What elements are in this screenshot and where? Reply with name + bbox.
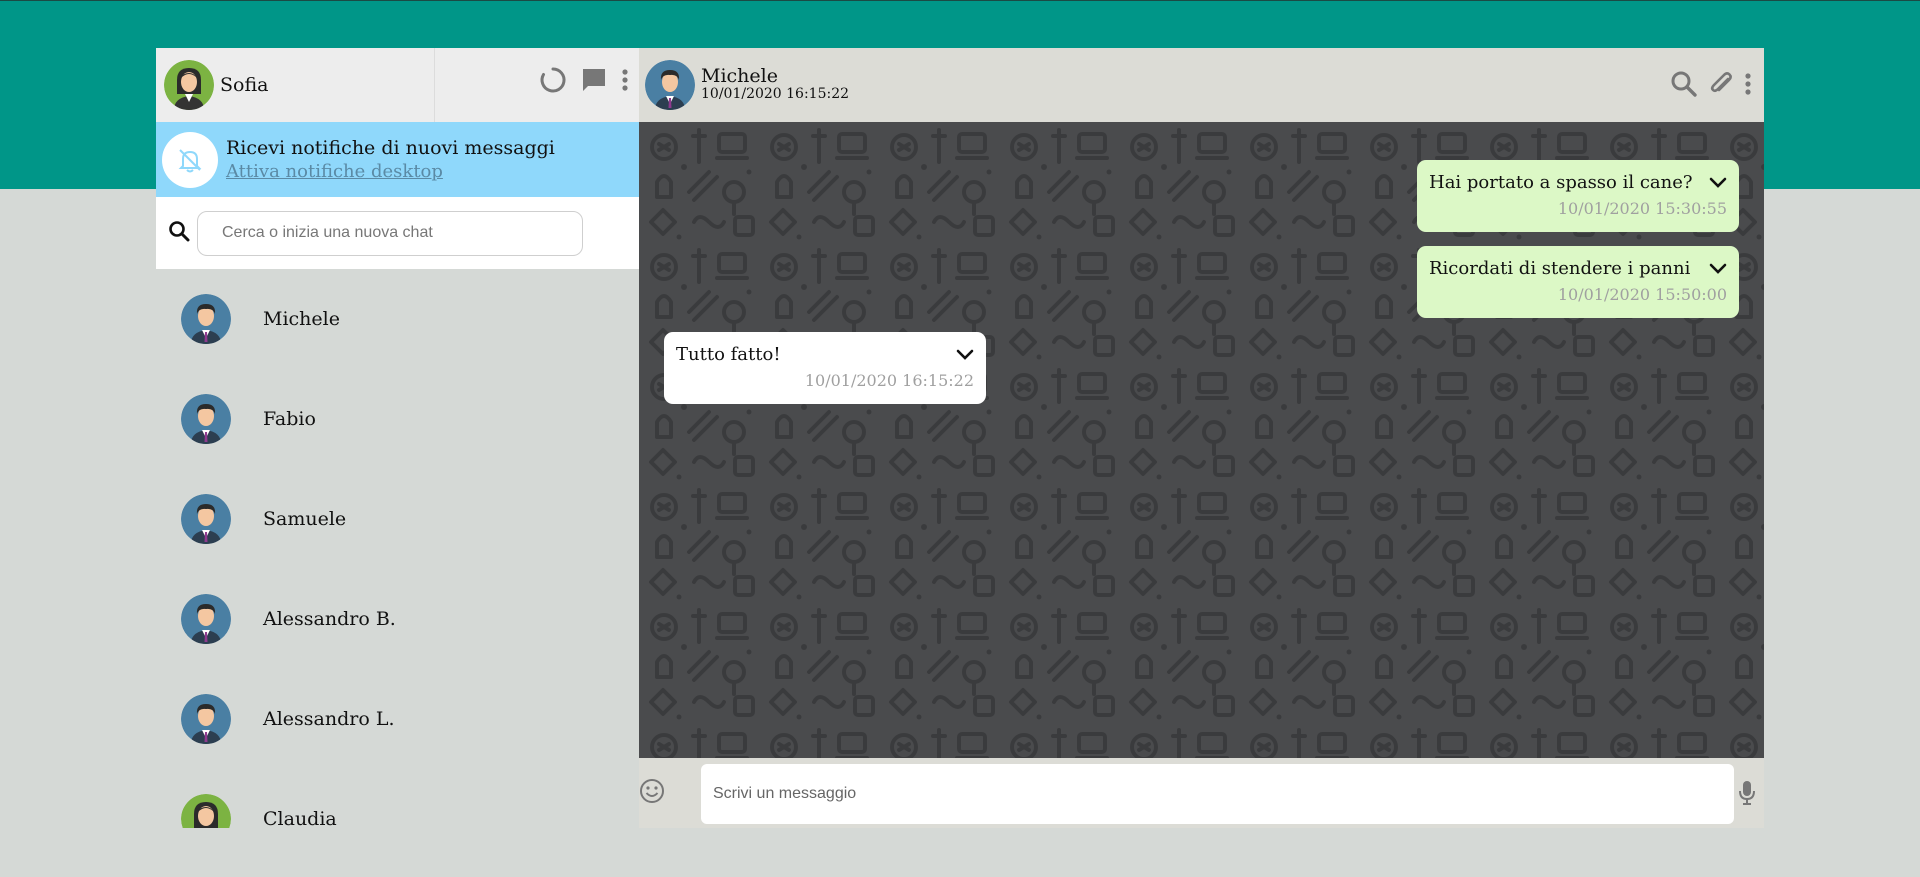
chevron-down-icon[interactable] [1709,260,1727,279]
chevron-down-icon[interactable] [1709,174,1727,193]
message-input[interactable] [701,764,1734,824]
chat-actions [1670,70,1752,98]
enable-notifications-link[interactable]: Attiva notifiche desktop [226,160,555,183]
chat-header: Michele 10/01/2020 16:15:22 [639,48,1764,122]
message-received[interactable]: Tutto fatto! 10/01/2020 16:15:22 [664,332,986,404]
menu-icon[interactable] [621,68,629,92]
new-chat-icon[interactable] [581,67,607,93]
contact-item[interactable]: Michele [156,269,639,369]
contact-avatar [181,494,231,544]
notification-text: Ricevi notifiche di nuovi messaggi Attiv… [226,137,555,183]
search-icon[interactable] [168,220,190,246]
contact-avatar [181,594,231,644]
app-container: Sofia Ricevi notifiche di nuovi messaggi… [156,48,1764,828]
contact-name: Michele [263,308,340,330]
message-time: 10/01/2020 15:30:55 [1557,199,1727,218]
contact-item[interactable]: Claudia [156,769,639,828]
contact-item[interactable]: Alessandro B. [156,569,639,669]
contact-avatar [181,794,231,828]
message-composer [639,758,1764,828]
chat-contact-avatar[interactable] [645,60,695,110]
message-text: Tutto fatto! [676,344,781,365]
profile-actions [539,66,629,94]
header-divider [434,48,435,122]
contact-avatar [181,394,231,444]
chat-contact-name: Michele [701,65,778,87]
status-icon[interactable] [539,66,567,94]
search-bar [156,197,639,269]
message-text: Hai portato a spasso il cane? [1429,172,1693,193]
user-avatar[interactable] [164,60,214,110]
chat-last-seen: 10/01/2020 16:15:22 [701,86,850,102]
contact-list: Michele Fabio Samuele Alessandro B. Ales… [156,269,639,828]
contact-item[interactable]: Samuele [156,469,639,569]
contact-name: Claudia [263,808,337,828]
chat-title[interactable]: Michele 10/01/2020 16:15:22 [701,67,849,103]
mic-icon[interactable] [1738,780,1756,806]
contact-name: Fabio [263,408,316,430]
notification-title: Ricevi notifiche di nuovi messaggi [226,136,555,159]
contact-item[interactable]: Fabio [156,369,639,469]
chat-panel: Michele 10/01/2020 16:15:22 Hai portato … [639,48,1764,828]
contact-item[interactable]: Alessandro L. [156,669,639,769]
message-text: Ricordati di stendere i panni [1429,258,1691,279]
message-sent[interactable]: Ricordati di stendere i panni 10/01/2020… [1417,246,1739,318]
chevron-down-icon[interactable] [956,346,974,365]
contact-avatar [181,294,231,344]
attach-icon[interactable] [1708,70,1734,98]
contact-name: Alessandro L. [263,708,395,730]
message-time: 10/01/2020 15:50:00 [1557,285,1727,304]
search-input[interactable] [197,210,583,256]
emoji-icon[interactable] [639,778,665,804]
search-icon[interactable] [1670,70,1698,98]
contact-avatar [181,694,231,744]
contact-name: Alessandro B. [263,608,396,630]
user-name: Sofia [220,74,269,96]
profile-header: Sofia [156,48,639,122]
message-area: Hai portato a spasso il cane? 10/01/2020… [639,122,1764,758]
message-time: 10/01/2020 16:15:22 [804,371,974,390]
menu-icon[interactable] [1744,72,1752,96]
message-sent[interactable]: Hai portato a spasso il cane? 10/01/2020… [1417,160,1739,232]
bell-off-icon [162,131,218,188]
contact-name: Samuele [263,508,347,530]
sidebar: Sofia Ricevi notifiche di nuovi messaggi… [156,48,639,828]
notification-banner: Ricevi notifiche di nuovi messaggi Attiv… [156,122,639,197]
